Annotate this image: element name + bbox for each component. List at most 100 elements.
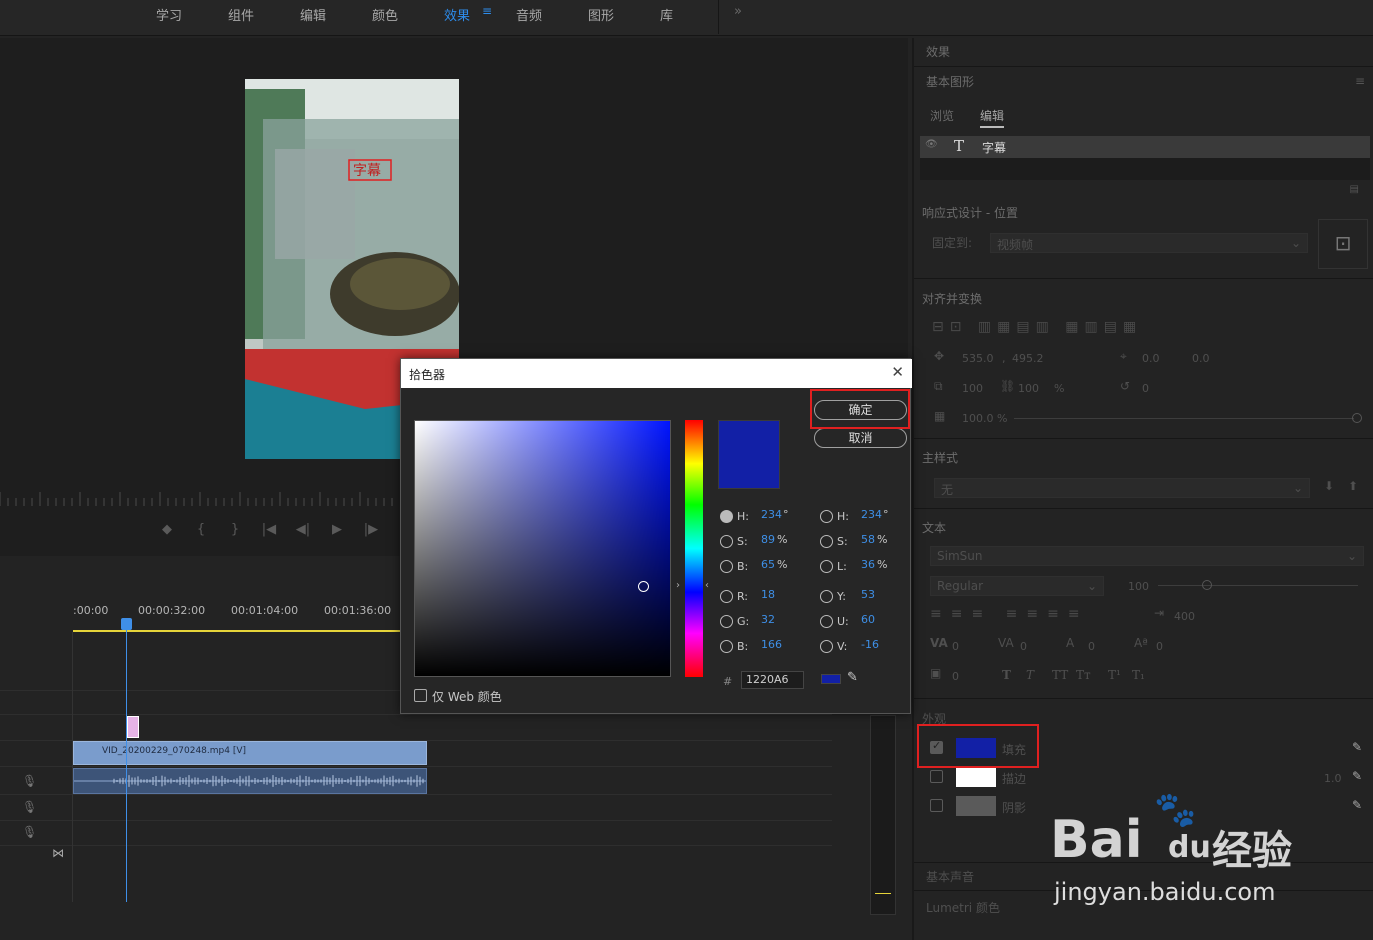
- microphone-icon[interactable]: 🎙: [22, 774, 37, 788]
- opacity-value[interactable]: 100.0 %: [962, 412, 1007, 425]
- stroke-width[interactable]: 1.0: [1324, 772, 1342, 785]
- eyedropper-icon[interactable]: ✎: [1352, 769, 1362, 783]
- workspace-tab-editing[interactable]: 编辑: [300, 5, 326, 24]
- saturation-brightness-field[interactable]: [414, 420, 671, 677]
- step-forward-icon[interactable]: |▶: [354, 522, 388, 537]
- title-clip[interactable]: [127, 716, 139, 738]
- workspace-tab-learn[interactable]: 学习: [156, 5, 182, 24]
- font-size-slider-handle[interactable]: [1202, 580, 1212, 590]
- opacity-slider[interactable]: [1014, 418, 1354, 419]
- align-buttons[interactable]: ⊟⊡ ▥▦▤▥ ▦▥▤▦: [932, 319, 1142, 335]
- hsb-s-value[interactable]: 89: [761, 533, 775, 546]
- hsl-l-value[interactable]: 36: [861, 558, 875, 571]
- workspace-tab-audio[interactable]: 音频: [516, 5, 542, 24]
- font-style-dropdown[interactable]: Regular ⌄: [930, 576, 1104, 596]
- rotation-value[interactable]: 0: [1142, 382, 1149, 395]
- subscript-button[interactable]: T₁: [1132, 668, 1145, 682]
- out-point-icon[interactable]: }: [218, 522, 252, 537]
- hamburger-icon[interactable]: ≡: [482, 4, 492, 18]
- tracking-value[interactable]: 0: [1020, 640, 1027, 653]
- paragraph-align-buttons[interactable]: ≡≡≡ ≡≡≡≡: [930, 606, 1089, 622]
- tsume-value[interactable]: 0: [952, 670, 959, 683]
- hsb-h-radio[interactable]: [720, 510, 733, 523]
- yuv-v-value[interactable]: -16: [861, 638, 879, 651]
- hsl-l-radio[interactable]: [820, 560, 833, 573]
- italic-button[interactable]: T: [1026, 668, 1034, 682]
- workspace-tab-graphics[interactable]: 图形: [588, 5, 614, 24]
- hex-input[interactable]: 1220A6: [741, 671, 804, 689]
- panel-title[interactable]: 效果: [926, 43, 950, 60]
- hue-arrow-right-icon[interactable]: ‹: [705, 580, 709, 591]
- lumetri-color-tab[interactable]: Lumetri 颜色: [926, 899, 1000, 916]
- leading-value[interactable]: 0: [1088, 640, 1095, 653]
- scale-width[interactable]: 100: [962, 382, 983, 395]
- hsl-h-radio[interactable]: [820, 510, 833, 523]
- push-up-icon[interactable]: ⬆: [1348, 479, 1358, 493]
- font-size-slider[interactable]: [1158, 585, 1358, 586]
- essential-sound-tab[interactable]: 基本声音: [926, 868, 974, 885]
- close-icon[interactable]: ✕: [891, 363, 904, 381]
- hsl-s-value[interactable]: 58: [861, 533, 875, 546]
- play-icon[interactable]: ▶: [320, 522, 354, 537]
- rgb-r-radio[interactable]: [720, 590, 733, 603]
- master-style-dropdown[interactable]: 无 ⌄: [934, 478, 1310, 498]
- push-down-icon[interactable]: ⬇: [1324, 479, 1334, 493]
- shadow-checkbox[interactable]: [930, 799, 943, 812]
- rgb-r-value[interactable]: 18: [761, 588, 775, 601]
- chevron-double-right-icon[interactable]: »: [734, 4, 742, 19]
- layer-row[interactable]: 👁 T 字幕: [920, 136, 1370, 158]
- superscript-button[interactable]: T¹: [1108, 668, 1121, 682]
- rgb-b-radio[interactable]: [720, 640, 733, 653]
- workspace-tab-effects[interactable]: 效果: [444, 5, 470, 24]
- stroke-color-swatch[interactable]: [956, 767, 996, 787]
- new-layer-icon[interactable]: ▤: [1350, 184, 1359, 195]
- work-area-bar[interactable]: [73, 630, 403, 632]
- in-point-icon[interactable]: {: [184, 522, 218, 537]
- position-y[interactable]: 495.2: [1012, 352, 1044, 365]
- position-x[interactable]: 535.0: [962, 352, 994, 365]
- hsl-s-radio[interactable]: [820, 535, 833, 548]
- hsb-s-radio[interactable]: [720, 535, 733, 548]
- hsb-b-radio[interactable]: [720, 560, 733, 573]
- small-caps-button[interactable]: Tт: [1076, 668, 1091, 682]
- font-dropdown[interactable]: SimSun ⌄: [930, 546, 1364, 566]
- rgb-b-value[interactable]: 166: [761, 638, 782, 651]
- pin-to-dropdown[interactable]: 视频帧 ⌄: [990, 233, 1308, 253]
- web-only-checkbox[interactable]: [414, 689, 427, 702]
- eyedropper-icon[interactable]: ✎: [1352, 740, 1362, 754]
- hue-arrow-left-icon[interactable]: ›: [676, 580, 680, 591]
- eyedropper-icon[interactable]: ✎: [847, 670, 858, 685]
- playhead-handle[interactable]: [121, 618, 132, 630]
- yuv-v-radio[interactable]: [820, 640, 833, 653]
- rgb-g-radio[interactable]: [720, 615, 733, 628]
- yuv-u-radio[interactable]: [820, 615, 833, 628]
- microphone-icon[interactable]: 🎙: [22, 800, 37, 814]
- font-size-value[interactable]: 100: [1128, 580, 1149, 593]
- eye-icon[interactable]: 👁: [925, 139, 938, 150]
- cancel-button[interactable]: 取消: [814, 428, 907, 448]
- pin-edges-icon[interactable]: ⊡: [1318, 219, 1368, 269]
- tab-width-value[interactable]: 400: [1174, 610, 1195, 623]
- yuv-y-value[interactable]: 53: [861, 588, 875, 601]
- microphone-icon[interactable]: 🎙: [22, 825, 37, 839]
- marker-icon[interactable]: ◆: [150, 522, 184, 537]
- playhead-line[interactable]: [126, 618, 127, 902]
- workspace-tab-libraries[interactable]: 库: [660, 5, 673, 24]
- all-caps-button[interactable]: TT: [1052, 668, 1068, 682]
- step-back-icon[interactable]: ◀|: [286, 522, 320, 537]
- anchor-y[interactable]: 0.0: [1192, 352, 1210, 365]
- kerning-value[interactable]: 0: [952, 640, 959, 653]
- rgb-g-value[interactable]: 32: [761, 613, 775, 626]
- baseline-value[interactable]: 0: [1156, 640, 1163, 653]
- scale-height[interactable]: 100: [1018, 382, 1039, 395]
- hsb-h-value[interactable]: 234: [761, 508, 782, 521]
- hue-slider[interactable]: [685, 420, 703, 677]
- bold-button[interactable]: T: [1002, 668, 1011, 682]
- tab-edit[interactable]: 编辑: [980, 107, 1005, 128]
- workspace-tab-assembly[interactable]: 组件: [228, 5, 254, 24]
- yuv-y-radio[interactable]: [820, 590, 833, 603]
- opacity-slider-handle[interactable]: [1352, 413, 1362, 423]
- hsl-h-value[interactable]: 234: [861, 508, 882, 521]
- hsb-b-value[interactable]: 65: [761, 558, 775, 571]
- bowtie-icon[interactable]: ⋈: [52, 846, 64, 860]
